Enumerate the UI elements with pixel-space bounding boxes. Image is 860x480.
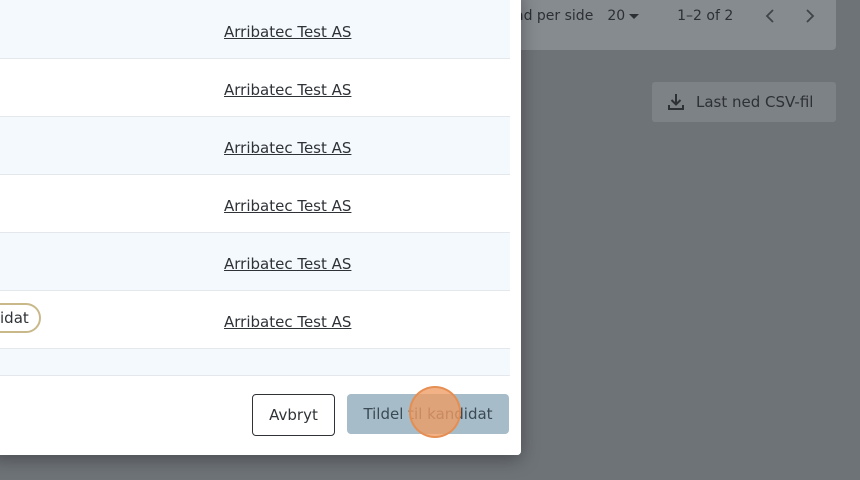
pagination: ad per side 20 1–2 of 2 bbox=[515, 4, 843, 28]
chevron-left-icon[interactable] bbox=[763, 9, 777, 23]
company-list: Arribatec Test AS Arribatec Test AS Arri… bbox=[0, 0, 510, 376]
download-csv-label: Last ned CSV-fil bbox=[696, 93, 814, 111]
pagination-range: 1–2 of 2 bbox=[677, 8, 734, 24]
company-link[interactable]: Arribatec Test AS bbox=[224, 313, 351, 331]
table-row: Arribatec Test AS bbox=[0, 233, 510, 291]
table-row: Arribatec Test AS bbox=[0, 0, 510, 59]
dialog-actions: Avbryt Tildel til kandidat bbox=[0, 377, 521, 455]
company-link[interactable]: Arribatec Test AS bbox=[224, 255, 351, 273]
chevron-right-icon[interactable] bbox=[803, 9, 817, 23]
assign-to-candidate-button[interactable]: Tildel til kandidat bbox=[347, 394, 509, 434]
table-row: idat Arribatec Test AS bbox=[0, 291, 510, 349]
candidate-status-chip: idat bbox=[0, 303, 41, 333]
screen: ad per side 20 1–2 of 2 Last ned CSV-fil… bbox=[0, 0, 860, 480]
table-row bbox=[0, 349, 510, 376]
assign-candidate-dialog: Arribatec Test AS Arribatec Test AS Arri… bbox=[0, 0, 521, 455]
table-row: Arribatec Test AS bbox=[0, 117, 510, 175]
table-row: Arribatec Test AS bbox=[0, 175, 510, 233]
rows-per-page-label: ad per side bbox=[515, 8, 594, 24]
table-row: Arribatec Test AS bbox=[0, 59, 510, 117]
cancel-button[interactable]: Avbryt bbox=[252, 394, 335, 436]
download-csv-button[interactable]: Last ned CSV-fil bbox=[652, 82, 836, 122]
download-icon bbox=[666, 92, 686, 112]
company-link[interactable]: Arribatec Test AS bbox=[224, 81, 351, 99]
company-link[interactable]: Arribatec Test AS bbox=[224, 23, 351, 41]
rows-per-page-select[interactable]: 20 bbox=[607, 8, 625, 24]
caret-down-icon[interactable] bbox=[629, 13, 640, 19]
company-link[interactable]: Arribatec Test AS bbox=[224, 139, 351, 157]
company-link[interactable]: Arribatec Test AS bbox=[224, 197, 351, 215]
